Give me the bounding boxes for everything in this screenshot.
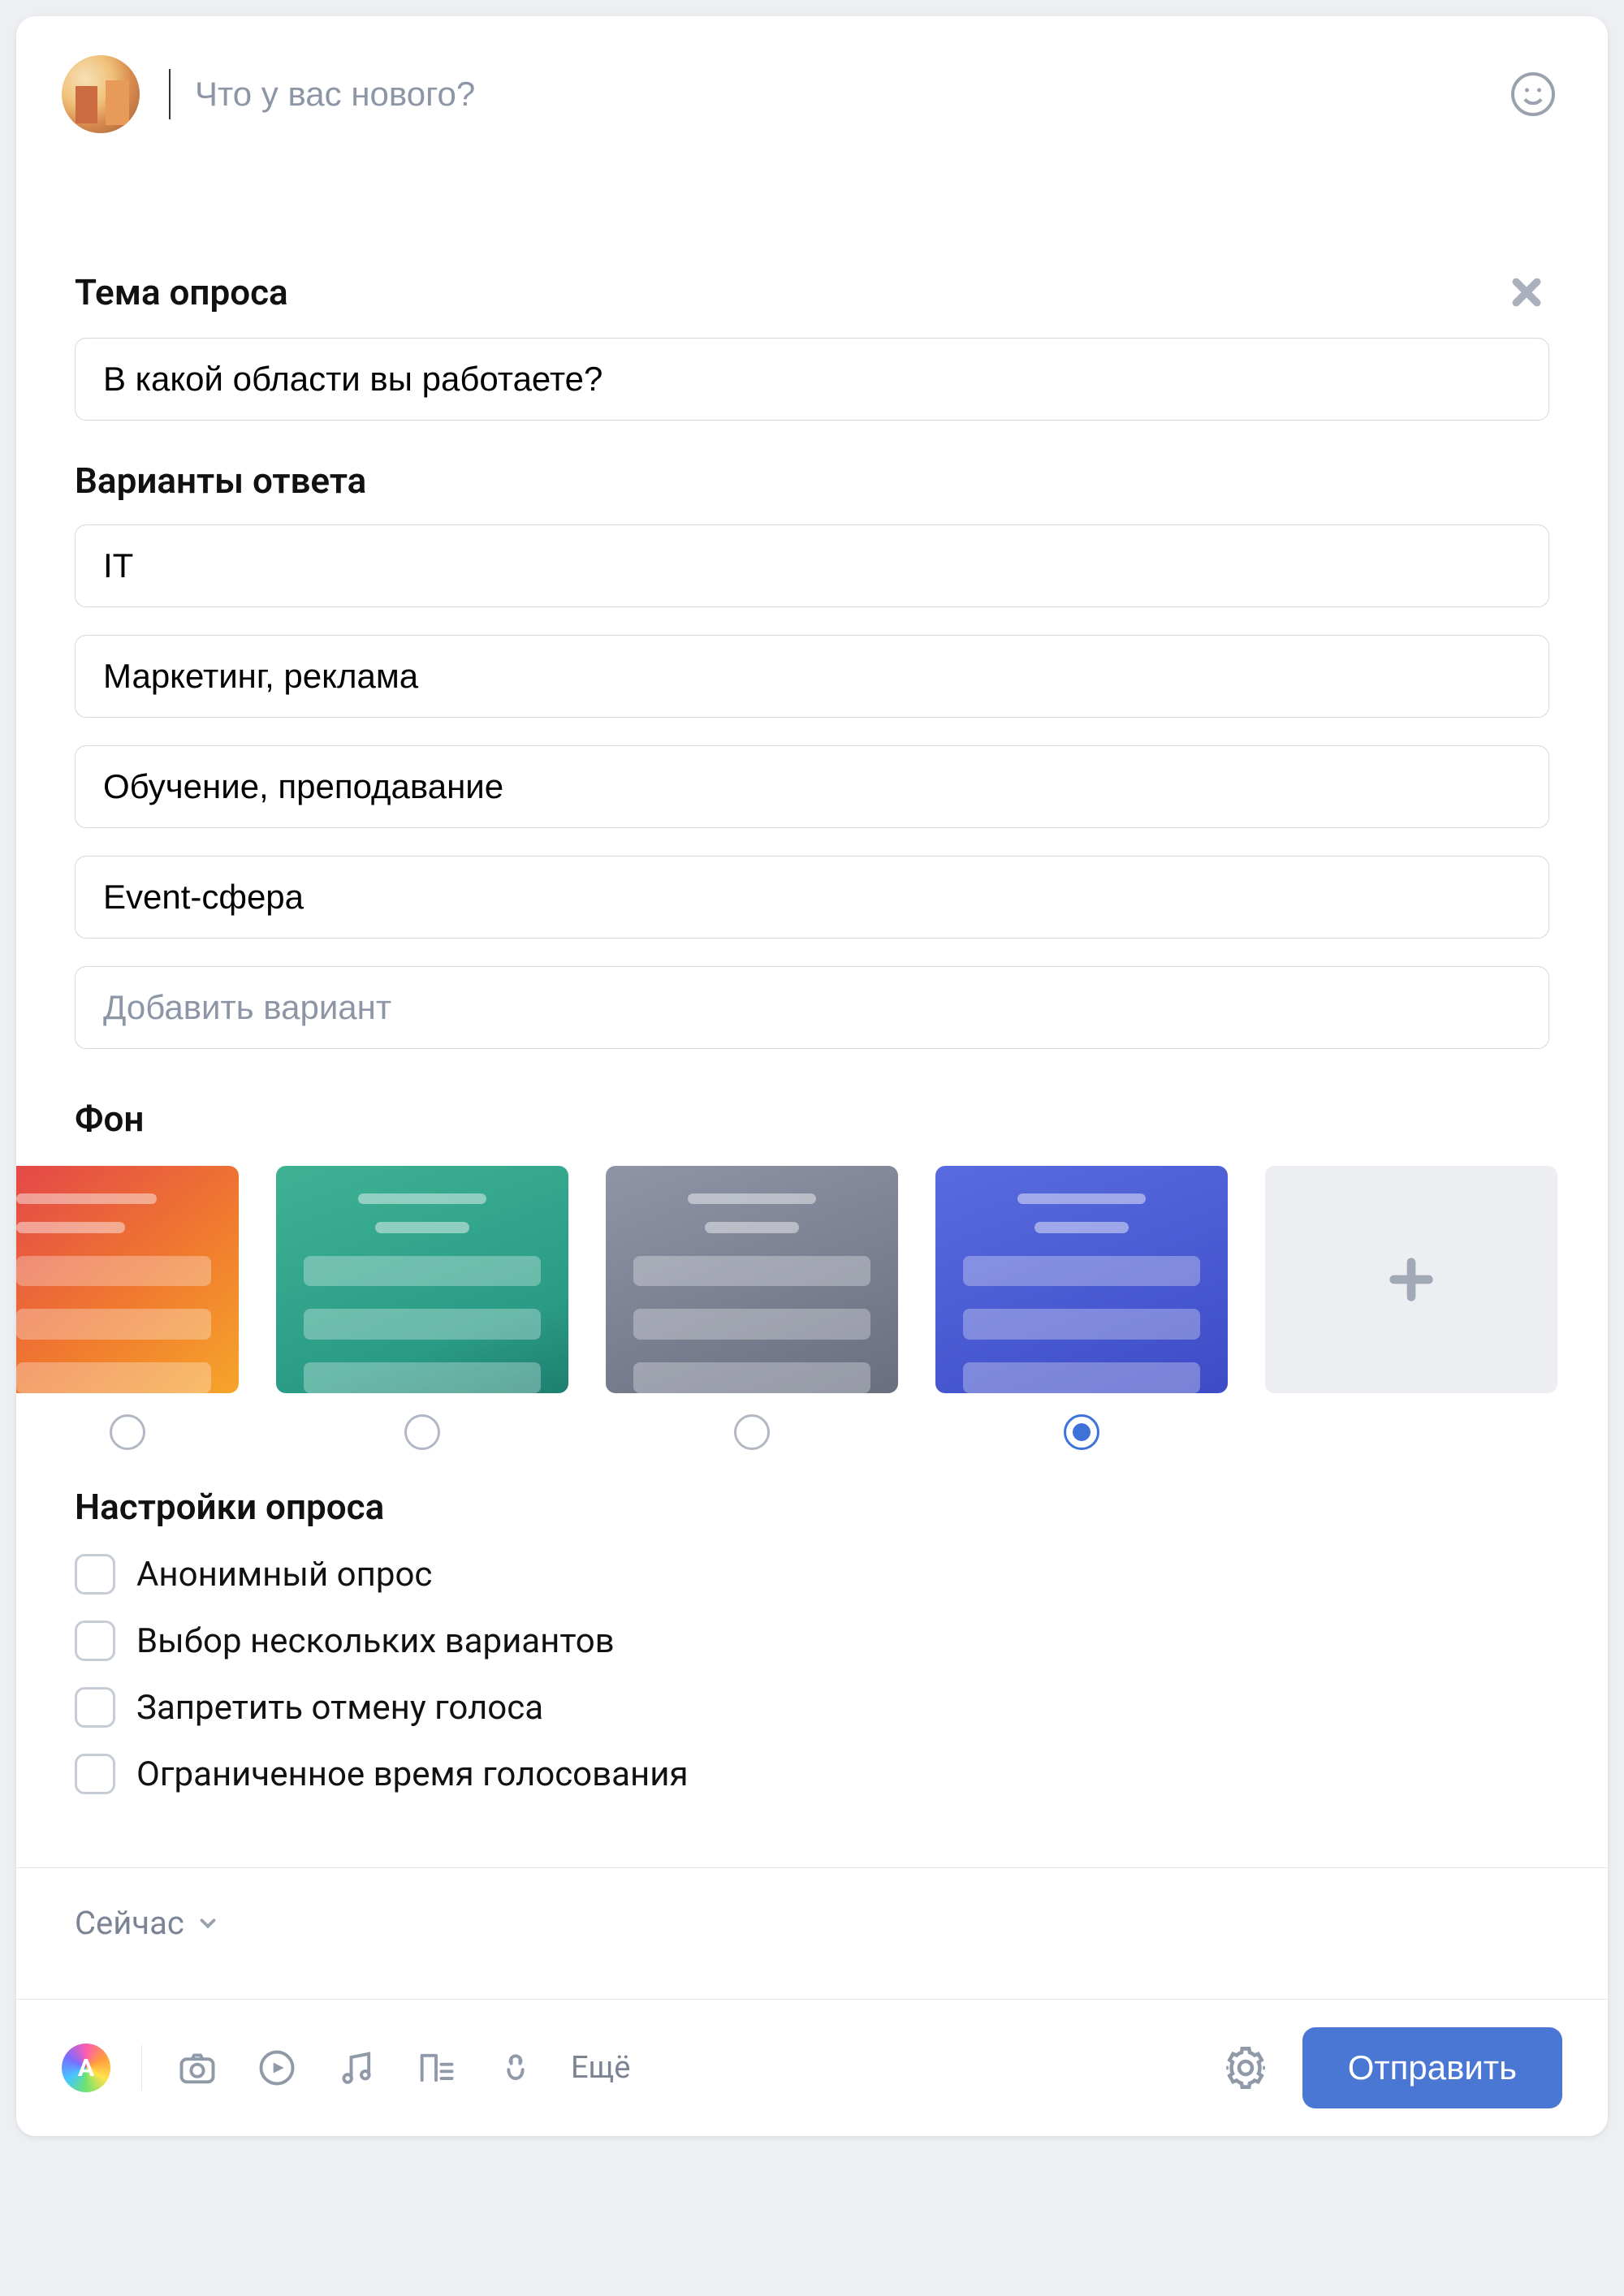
text-style-icon[interactable]: A [62,2044,110,2092]
composer-toolbar: A [16,1999,1608,2136]
poll-background-radio-selected[interactable] [1064,1414,1099,1450]
chevron-down-icon [196,1911,220,1936]
poll-answers-label: Варианты ответа [75,460,1549,502]
toolbar-left: A [62,2044,1189,2092]
poll-answer-input[interactable] [75,856,1549,939]
poll-background-option-gray[interactable] [606,1166,898,1393]
poll-background-add[interactable] [1265,1166,1557,1393]
emoji-icon[interactable] [1504,65,1562,123]
post-composer-card: Тема опроса Варианты ответа Фон [16,16,1608,2136]
poll-settings-label: Настройки опроса [75,1486,1549,1528]
poll-setting-row: Ограниченное время голосования [75,1754,1549,1794]
checkbox[interactable] [75,1754,115,1794]
send-button[interactable]: Отправить [1302,2027,1562,2108]
camera-icon[interactable] [173,2044,222,2092]
poll-setting-row: Выбор нескольких вариантов [75,1621,1549,1661]
poll-setting-label: Ограниченное время голосования [136,1754,689,1794]
toolbar-more-label: Ещё [571,2050,630,2086]
toolbar-more[interactable]: Ещё [571,2050,638,2086]
poll-setting-row: Анонимный опрос [75,1554,1549,1595]
poll-background-radio[interactable] [734,1414,770,1450]
poll-background-radio[interactable] [404,1414,440,1450]
toolbar-divider [141,2045,142,2091]
text-caret [169,69,171,119]
poll-background-option-teal[interactable] [276,1166,568,1393]
divider [16,1867,1608,1868]
poll-setting-label: Выбор нескольких вариантов [136,1621,615,1661]
poll-setting-label: Запретить отмену голоса [136,1688,543,1728]
article-icon[interactable] [412,2044,460,2092]
avatar[interactable] [62,55,140,133]
video-icon[interactable] [253,2044,301,2092]
poll-answer-input[interactable] [75,524,1549,607]
poll-background-row [16,1166,1549,1393]
poll-add-answer-input[interactable] [75,966,1549,1049]
poll-topic-header: Тема опроса [75,270,1549,315]
clip-icon[interactable] [491,2044,540,2092]
checkbox[interactable] [75,1621,115,1661]
poll-builder: Тема опроса Варианты ответа Фон [16,270,1608,1999]
composer-input[interactable] [195,75,1475,114]
poll-topic-label: Тема опроса [75,271,288,313]
poll-answer-input[interactable] [75,745,1549,828]
gear-icon[interactable] [1221,2044,1270,2092]
poll-settings-list: Анонимный опрос Выбор нескольких вариант… [75,1554,1549,1794]
poll-background-option-orange[interactable] [16,1166,239,1393]
poll-background-option-blue[interactable] [935,1166,1228,1393]
poll-answer-input[interactable] [75,635,1549,718]
schedule-dropdown[interactable]: Сейчас [75,1904,220,1942]
poll-setting-row: Запретить отмену голоса [75,1687,1549,1728]
poll-background-label: Фон [75,1098,1549,1140]
composer-row [16,16,1608,172]
poll-setting-label: Анонимный опрос [136,1555,432,1595]
poll-background-radio[interactable] [110,1414,145,1450]
schedule-label: Сейчас [75,1904,184,1942]
checkbox[interactable] [75,1687,115,1728]
poll-background-radio-row [16,1414,1549,1450]
close-icon[interactable] [1504,270,1549,315]
checkbox[interactable] [75,1554,115,1595]
poll-topic-input[interactable] [75,338,1549,421]
music-icon[interactable] [332,2044,381,2092]
